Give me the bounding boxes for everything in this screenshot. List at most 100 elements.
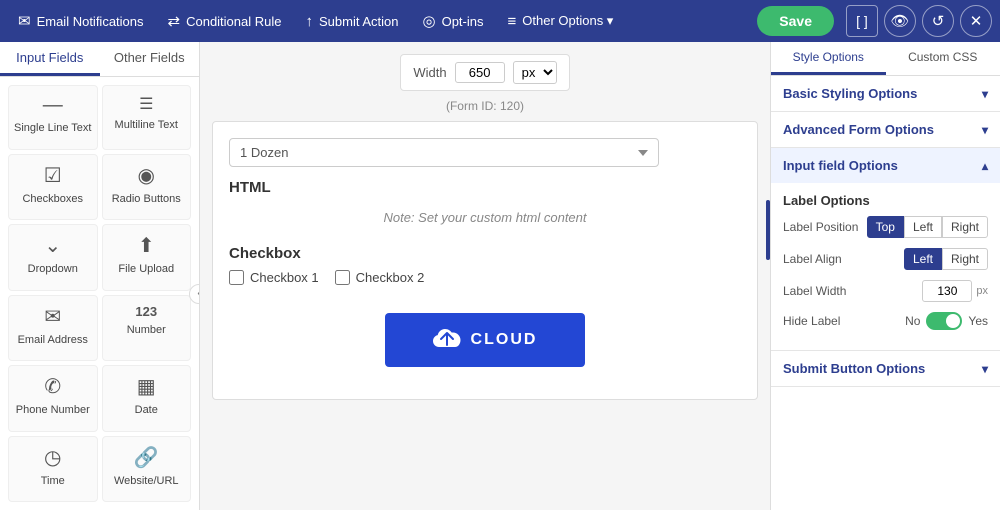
accordion-input-field-options-header[interactable]: Input field Options ▴ — [771, 148, 1000, 183]
center-canvas: Width 650 px % (Form ID: 120) 1 Dozen HT… — [200, 42, 770, 510]
radio-buttons-icon: ◉ — [138, 163, 155, 188]
label-align-right-button[interactable]: Right — [942, 248, 988, 270]
conditional-icon: ⇄ — [168, 12, 181, 30]
file-upload-icon: ⬆ — [138, 233, 155, 258]
accordion-basic-styling-header[interactable]: Basic Styling Options ▾ — [771, 76, 1000, 111]
checkbox-2[interactable] — [335, 270, 350, 285]
label-position-btn-group: Top Left Right — [867, 216, 988, 238]
top-nav: ✉ Email Notifications ⇄ Conditional Rule… — [0, 0, 1000, 42]
checkbox-section-label: Checkbox — [229, 245, 741, 262]
number-icon: 123 — [135, 304, 157, 319]
chevron-down-icon: ▾ — [982, 87, 988, 101]
hide-label-no: No — [905, 314, 920, 328]
email-address-icon: ✉ — [44, 304, 61, 329]
nav-conditional-rule[interactable]: ⇄ Conditional Rule — [158, 6, 292, 36]
right-panel-scrollbar — [766, 200, 770, 260]
preview-button[interactable]: [ ] — [846, 5, 878, 37]
nav-actions: [ ] 👁 ↺ ✕ — [846, 5, 992, 37]
hide-label-toggle-wrap: No Yes — [905, 312, 988, 330]
list-item[interactable]: Checkbox 2 — [335, 270, 425, 285]
eye-button[interactable]: 👁 — [884, 5, 916, 37]
chevron-down-icon: ▾ — [982, 362, 988, 376]
nav-opt-ins[interactable]: ◎ Opt-ins — [413, 6, 494, 36]
accordion-basic-styling: Basic Styling Options ▾ — [771, 76, 1000, 112]
field-radio-buttons[interactable]: ◉ Radio Buttons — [102, 154, 192, 221]
field-time[interactable]: ◷ Time — [8, 436, 98, 503]
label-align-left-button[interactable]: Left — [904, 248, 942, 270]
field-date[interactable]: ▦ Date — [102, 365, 192, 432]
label-width-row: Label Width px — [783, 280, 988, 302]
accordion-advanced-form-header[interactable]: Advanced Form Options ▾ — [771, 112, 1000, 147]
label-position-right-button[interactable]: Right — [942, 216, 988, 238]
checkbox-items: Checkbox 1 Checkbox 2 — [229, 270, 741, 285]
field-phone-number[interactable]: ✆ Phone Number — [8, 365, 98, 432]
list-item[interactable]: Checkbox 1 — [229, 270, 319, 285]
main-layout: Input Fields Other Fields — Single Line … — [0, 42, 1000, 510]
field-single-line-text[interactable]: — Single Line Text — [8, 85, 98, 150]
nav-submit-action[interactable]: ↑ Submit Action — [296, 7, 409, 36]
date-icon: ▦ — [137, 374, 156, 399]
label-position-label: Label Position — [783, 220, 858, 234]
nav-email-notifications[interactable]: ✉ Email Notifications — [8, 6, 154, 36]
form-id: (Form ID: 120) — [446, 99, 524, 113]
tab-style-options[interactable]: Style Options — [771, 42, 886, 75]
label-width-input[interactable] — [922, 280, 972, 302]
width-unit-select[interactable]: px % — [513, 61, 557, 84]
email-icon: ✉ — [18, 12, 31, 30]
right-content: Basic Styling Options ▾ Advanced Form Op… — [771, 76, 1000, 510]
cloud-submit-button[interactable]: CLOUD — [385, 313, 585, 367]
save-button[interactable]: Save — [757, 6, 834, 36]
html-label: HTML — [229, 179, 741, 196]
fields-grid: — Single Line Text ☰ Multiline Text ☑ Ch… — [0, 77, 199, 510]
options-icon: ≡ — [508, 13, 517, 30]
nav-other-options[interactable]: ≡ Other Options ▾ — [498, 7, 624, 36]
label-align-btn-group: Left Right — [904, 248, 988, 270]
checkbox-section: Checkbox Checkbox 1 Checkbox 2 — [229, 245, 741, 285]
field-dropdown[interactable]: ⌄ Dropdown — [8, 224, 98, 291]
accordion-submit-button-options: Submit Button Options ▾ — [771, 351, 1000, 387]
label-position-row: Label Position Top Left Right — [783, 216, 988, 238]
checkboxes-icon: ☑ — [44, 163, 62, 188]
label-align-row: Label Align Left Right — [783, 248, 988, 270]
hide-label-row: Hide Label No Yes — [783, 312, 988, 330]
link-icon: 🔗 — [134, 445, 159, 470]
tab-input-fields[interactable]: Input Fields — [0, 42, 100, 76]
field-multiline-text[interactable]: ☰ Multiline Text — [102, 85, 192, 150]
field-website-url[interactable]: 🔗 Website/URL — [102, 436, 192, 503]
refresh-button[interactable]: ↺ — [922, 5, 954, 37]
tab-other-fields[interactable]: Other Fields — [100, 42, 200, 76]
hide-label-label: Hide Label — [783, 314, 840, 328]
label-width-unit: px — [976, 285, 988, 297]
tab-custom-css[interactable]: Custom CSS — [886, 42, 1000, 75]
submit-icon: ↑ — [306, 13, 314, 30]
canvas-toolbar: Width 650 px % — [400, 54, 569, 91]
close-button[interactable]: ✕ — [960, 5, 992, 37]
dropdown-icon: ⌄ — [44, 233, 61, 258]
form-canvas: 1 Dozen HTML Note: Set your custom html … — [212, 121, 758, 400]
accordion-submit-button-options-header[interactable]: Submit Button Options ▾ — [771, 351, 1000, 386]
canvas-dropdown-field[interactable]: 1 Dozen — [229, 138, 659, 167]
hide-label-yes: Yes — [968, 314, 988, 328]
right-tabs: Style Options Custom CSS — [771, 42, 1000, 76]
field-email-address[interactable]: ✉ Email Address — [8, 295, 98, 362]
width-input[interactable]: 650 — [455, 62, 505, 83]
cloud-icon — [433, 327, 461, 353]
opt-in-icon: ◎ — [423, 12, 436, 30]
field-file-upload[interactable]: ⬆ File Upload — [102, 224, 192, 291]
field-checkboxes[interactable]: ☑ Checkboxes — [8, 154, 98, 221]
label-position-top-button[interactable]: Top — [867, 216, 904, 238]
left-tabs: Input Fields Other Fields — [0, 42, 199, 77]
accordion-input-field-options-body: Label Options Label Position Top Left Ri… — [771, 183, 1000, 350]
html-note: Note: Set your custom html content — [229, 202, 741, 233]
label-position-left-button[interactable]: Left — [904, 216, 942, 238]
width-label: Width — [413, 65, 446, 80]
checkbox-1[interactable] — [229, 270, 244, 285]
label-options-title: Label Options — [783, 193, 988, 208]
field-number[interactable]: 123 Number — [102, 295, 192, 362]
time-icon: ◷ — [44, 445, 61, 470]
hide-label-toggle[interactable] — [926, 312, 962, 330]
html-section: HTML Note: Set your custom html content — [229, 179, 741, 233]
multiline-text-icon: ☰ — [139, 94, 153, 114]
cloud-button-text: CLOUD — [471, 331, 538, 349]
single-line-text-icon: — — [43, 94, 63, 117]
